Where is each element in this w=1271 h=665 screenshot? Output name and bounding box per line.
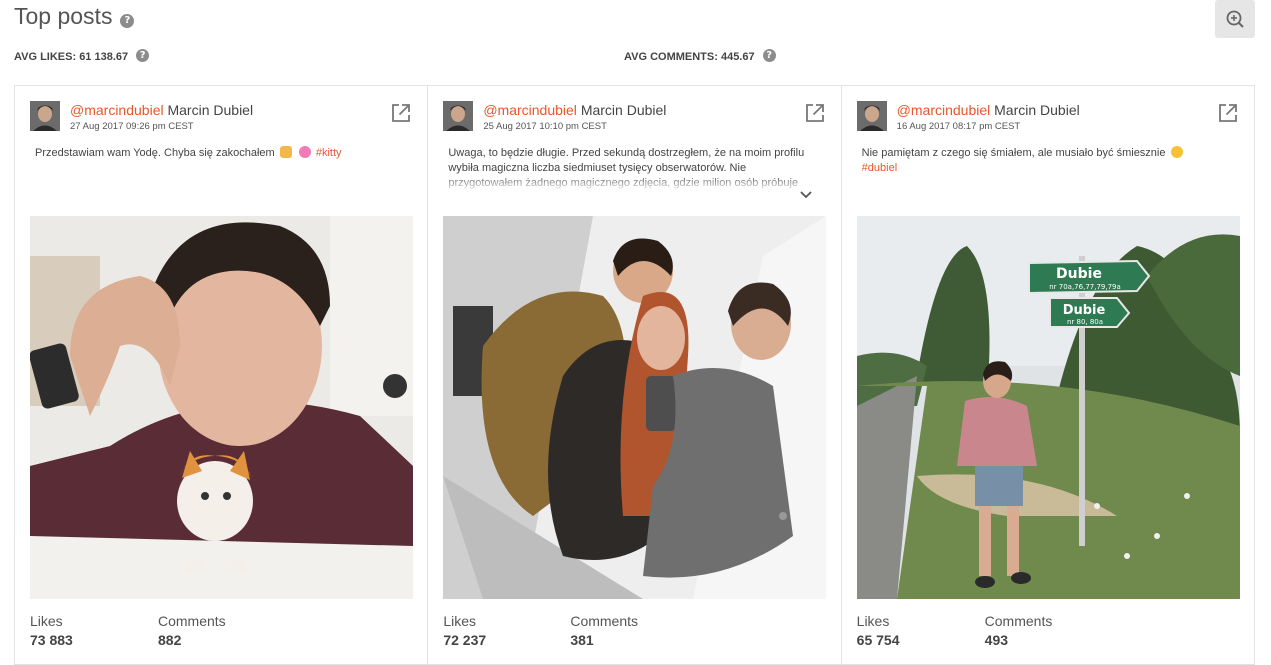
post-author: @marcindubiel Marcin Dubiel bbox=[483, 102, 666, 118]
avg-likes-stat: AVG LIKES: 61 138.67 ? bbox=[14, 48, 150, 63]
posts-grid: @marcindubiel Marcin Dubiel 27 Aug 2017 … bbox=[14, 85, 1255, 665]
avatar[interactable] bbox=[856, 101, 887, 131]
post-author-name: Marcin Dubiel bbox=[580, 102, 667, 118]
post-author: @marcindubiel Marcin Dubiel bbox=[897, 102, 1080, 118]
comments-label: Comments bbox=[570, 613, 639, 629]
post-handle-link[interactable]: @marcindubiel bbox=[897, 102, 991, 118]
post-handle-link[interactable]: @marcindubiel bbox=[483, 102, 577, 118]
page-title: Top posts ? bbox=[14, 3, 135, 30]
post-author-name: Marcin Dubiel bbox=[167, 102, 254, 118]
post-date: 25 Aug 2017 10:10 pm CEST bbox=[483, 121, 607, 132]
likes-metric: Likes 73 883 bbox=[30, 613, 73, 648]
help-icon[interactable]: ? bbox=[762, 48, 776, 62]
chevron-down-icon[interactable] bbox=[799, 190, 813, 200]
page-title-text: Top posts bbox=[14, 3, 113, 29]
comments-metric: Comments 882 bbox=[158, 613, 226, 648]
heart-emoji-icon bbox=[298, 146, 311, 158]
likes-label: Likes bbox=[30, 613, 63, 629]
likes-label: Likes bbox=[856, 613, 890, 629]
likes-label: Likes bbox=[443, 613, 477, 629]
post-handle-link[interactable]: @marcindubiel bbox=[70, 102, 164, 118]
caption-fade bbox=[442, 174, 823, 192]
external-link-icon[interactable] bbox=[805, 103, 825, 123]
zoom-in-button[interactable] bbox=[1215, 0, 1255, 38]
help-icon[interactable]: ? bbox=[120, 13, 135, 28]
avatar[interactable] bbox=[30, 101, 60, 131]
comments-value: 493 bbox=[984, 632, 1009, 648]
post-date: 27 Aug 2017 09:26 pm CEST bbox=[70, 121, 194, 132]
post-image[interactable]: Dubie nr 70a,76,77,79,79a Dubie nr 80, 8… bbox=[856, 216, 1240, 599]
likes-value: 73 883 bbox=[30, 632, 73, 648]
external-link-icon[interactable] bbox=[391, 103, 411, 123]
comments-metric: Comments 381 bbox=[570, 613, 638, 648]
post-author-name: Marcin Dubiel bbox=[994, 102, 1080, 118]
post-caption: Nie pamiętam z czego się śmiałem, ale mu… bbox=[862, 146, 1232, 176]
post-image[interactable] bbox=[30, 216, 413, 599]
comments-label: Comments bbox=[984, 613, 1053, 629]
avatar[interactable] bbox=[443, 101, 474, 131]
avg-comments-label: AVG COMMENTS: 445.67 bbox=[624, 51, 755, 63]
sign-top-text: Dubie bbox=[1056, 266, 1102, 282]
post-image[interactable] bbox=[443, 216, 827, 599]
post-hashtag[interactable]: #dubiel bbox=[862, 162, 897, 174]
comments-metric: Comments 493 bbox=[985, 613, 1053, 648]
external-link-icon[interactable] bbox=[1218, 103, 1238, 123]
avg-comments-stat: AVG COMMENTS: 445.67 ? bbox=[624, 48, 776, 63]
post-card: @marcindubiel Marcin Dubiel 27 Aug 2017 … bbox=[15, 86, 429, 664]
laughing-emoji-icon bbox=[1170, 146, 1183, 158]
sign-bottom-sub-text: nr 80, 80a bbox=[1067, 318, 1103, 326]
avg-likes-label: AVG LIKES: 61 138.67 bbox=[14, 51, 129, 63]
post-caption: Przedstawiam wam Yodę. Chyba się zakocha… bbox=[35, 146, 405, 161]
zoom-in-icon bbox=[1226, 10, 1244, 28]
post-hashtag[interactable]: #kitty bbox=[316, 147, 342, 159]
comments-value: 882 bbox=[158, 632, 182, 648]
help-icon[interactable]: ? bbox=[136, 48, 150, 62]
likes-value: 65 754 bbox=[856, 632, 900, 648]
cat-emoji-icon bbox=[279, 146, 292, 158]
post-author: @marcindubiel Marcin Dubiel bbox=[70, 102, 253, 118]
comments-value: 381 bbox=[570, 632, 594, 648]
post-card: @marcindubiel Marcin Dubiel 16 Aug 2017 … bbox=[842, 86, 1254, 664]
sign-top-sub-text: nr 70a,76,77,79,79a bbox=[1049, 283, 1121, 291]
sign-bottom-text: Dubie bbox=[1062, 303, 1105, 318]
comments-label: Comments bbox=[158, 613, 226, 629]
post-caption-text: Nie pamiętam z czego się śmiałem, ale mu… bbox=[861, 147, 1166, 159]
post-date: 16 Aug 2017 08:17 pm CEST bbox=[896, 121, 1021, 132]
post-caption-text: Przedstawiam wam Yodę. Chyba się zakocha… bbox=[35, 147, 275, 159]
post-card: @marcindubiel Marcin Dubiel 25 Aug 2017 … bbox=[428, 86, 842, 664]
likes-metric: Likes 72 237 bbox=[443, 613, 486, 648]
likes-value: 72 237 bbox=[443, 632, 487, 648]
likes-metric: Likes 65 754 bbox=[857, 613, 900, 648]
